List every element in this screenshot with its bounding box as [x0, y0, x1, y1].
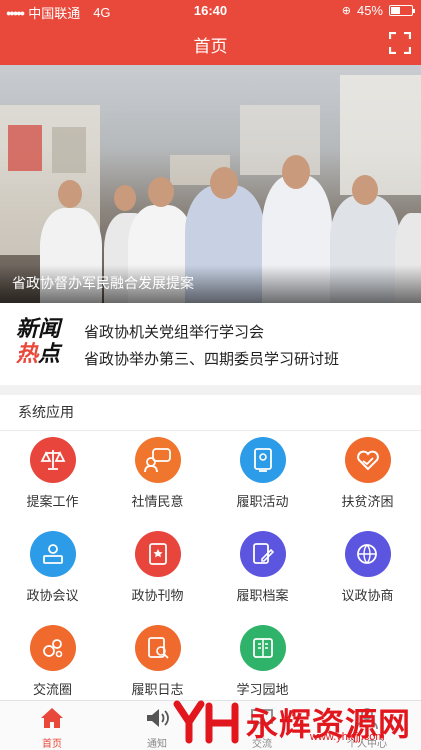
app-proposal[interactable]: 提案工作	[0, 437, 105, 527]
banner-person-head	[282, 155, 310, 189]
news-logo-point: 点	[38, 341, 61, 367]
banner-poster	[8, 125, 42, 171]
tab-label: 个人中心	[347, 739, 387, 750]
app-label: 政协刊物	[131, 588, 184, 603]
app-label: 学习园地	[236, 682, 289, 697]
banner-person-head	[148, 177, 174, 207]
news-item[interactable]: 省政协举办第三、四期委员学习研讨班	[84, 346, 339, 373]
banner-caption: 省政协督办军民融合发展提案	[12, 275, 194, 291]
open-book-icon	[239, 625, 286, 671]
banner-caption-bar: 省政协督办军民融合发展提案	[0, 265, 421, 303]
tab-home[interactable]: 首页	[10, 706, 94, 750]
app-duty-archive[interactable]: 履职档案	[210, 531, 315, 621]
banner-poster	[52, 127, 86, 173]
book-star-icon	[134, 531, 181, 577]
app-label: 议政协商	[341, 588, 394, 603]
banner-person-head	[114, 185, 136, 211]
app-duty-activity[interactable]: 履职活动	[210, 437, 315, 527]
chat-people-icon	[134, 437, 181, 483]
scales-icon	[29, 437, 76, 483]
circles-icon	[29, 625, 76, 671]
tab-profile[interactable]: 个人中心	[325, 706, 409, 750]
battery-icon	[389, 5, 415, 16]
tab-label: 交流	[252, 739, 272, 750]
battery-percent: 45%	[356, 3, 383, 18]
app-label: 政协会议	[26, 588, 79, 603]
app-poverty-relief[interactable]: 扶贫济困	[315, 437, 420, 527]
speaker-icon	[147, 709, 169, 727]
certificate-icon	[239, 437, 286, 483]
person-icon	[356, 708, 378, 730]
app-publications[interactable]: 政协刊物	[105, 531, 210, 621]
status-right: ⊕ 45%	[341, 3, 415, 18]
banner-poster	[340, 75, 421, 195]
app-label: 履职活动	[236, 494, 289, 509]
page-title: 首页	[193, 37, 228, 56]
apps-section-title: 系统应用	[18, 404, 74, 420]
news-hotspot: 新闻 热点 省政协机关党组举行学习会 省政协举办第三、四期委员学习研讨班	[0, 303, 421, 385]
tab-exchange[interactable]: 交流	[220, 706, 304, 750]
tab-bar: 首页 通知 交流 个人中心	[0, 700, 421, 750]
nav-bar: 首页	[0, 22, 421, 65]
section-divider	[0, 385, 421, 395]
tab-label: 首页	[42, 739, 62, 750]
pen-document-icon	[239, 531, 286, 577]
banner-carousel[interactable]: 省政协督办军民融合发展提案	[0, 65, 421, 303]
home-icon	[41, 708, 63, 728]
section-line	[0, 430, 421, 431]
battery-fill	[391, 7, 400, 14]
scan-icon[interactable]	[389, 32, 411, 54]
app-consultation[interactable]: 议政协商	[315, 531, 420, 621]
app-label: 履职日志	[131, 682, 184, 697]
app-label: 扶贫济困	[341, 494, 394, 509]
news-item[interactable]: 省政协机关党组举行学习会	[84, 319, 339, 346]
tab-label: 通知	[147, 739, 167, 750]
app-label: 社情民意	[131, 494, 184, 509]
status-bar: ●●●●● 中国联通 4G 16:40 ⊕ 45%	[0, 0, 421, 22]
tab-notice[interactable]: 通知	[115, 706, 199, 750]
rotation-lock-icon: ⊕	[341, 5, 351, 17]
globe-pen-icon	[344, 531, 391, 577]
app-label: 提案工作	[26, 494, 79, 509]
heart-hand-icon	[344, 437, 391, 483]
speaker-podium-icon	[29, 531, 76, 577]
search-document-icon	[134, 625, 181, 671]
app-label: 交流圈	[32, 682, 72, 697]
news-logo-line2: 热点	[16, 342, 68, 367]
app-cppcc-meeting[interactable]: 政协会议	[0, 531, 105, 621]
banner-person-head	[58, 180, 82, 208]
news-items: 省政协机关党组举行学习会 省政协举办第三、四期委员学习研讨班	[84, 319, 339, 373]
app-label: 履职档案	[236, 588, 289, 603]
app-public-opinion[interactable]: 社情民意	[105, 437, 210, 527]
banner-person-head	[210, 167, 238, 199]
banner-person-head	[352, 175, 378, 205]
news-logo: 新闻 热点	[16, 317, 68, 371]
news-logo-line1: 新闻	[16, 316, 61, 342]
chat-icon	[251, 709, 273, 729]
news-logo-hot: 热	[16, 341, 39, 367]
